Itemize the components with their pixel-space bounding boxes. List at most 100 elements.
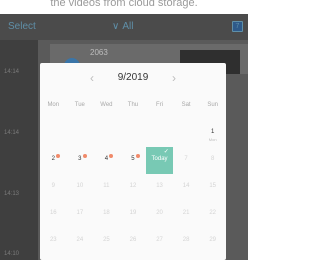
video-count: 2063 (90, 48, 108, 57)
filter-label: All (122, 21, 134, 32)
calendar-day[interactable]: 13 (146, 174, 173, 201)
day-number (40, 120, 67, 129)
day-number: 24 (76, 237, 84, 243)
calendar-day (93, 120, 120, 147)
chevron-down-icon: ∨ (112, 21, 120, 32)
calendar-day[interactable]: 12 (120, 174, 147, 201)
day-number: 21 (182, 210, 190, 216)
calendar-day[interactable]: 29 (199, 228, 226, 255)
day-number (93, 120, 120, 129)
day-number: 22 (209, 210, 216, 216)
calendar-day[interactable]: 19 (120, 201, 147, 228)
recording-dot-icon (82, 154, 87, 158)
calendar-day[interactable]: 28 (173, 228, 200, 255)
month-label: 9/2019 (117, 72, 149, 83)
calendar-week: 1 Mon (40, 120, 226, 147)
calendar-day-today[interactable]: Today ✓ (146, 147, 173, 174)
calendar-day[interactable]: 21 (173, 201, 200, 228)
weekday-label: Mon (47, 102, 60, 108)
time-label: 14:10 (4, 251, 20, 257)
day-number: 14 (182, 183, 190, 189)
calendar-grid: 1 Mon 2 3 4 5 Today ✓ 7 8 9 10 11 12 13 14 15 16 17 18 19 20 2… (40, 120, 226, 255)
calendar-day[interactable]: 17 (67, 201, 94, 228)
recording-dot-icon (135, 154, 140, 158)
calendar-day[interactable]: 27 (146, 228, 173, 255)
calendar-day[interactable]: 22 (199, 201, 226, 228)
calendar-day[interactable]: 4 (93, 147, 120, 174)
calendar-day[interactable]: 18 (93, 201, 120, 228)
calendar-day[interactable]: 16 (40, 201, 67, 228)
calendar-day[interactable]: 23 (40, 228, 67, 255)
weekday-label: Thu (127, 102, 139, 108)
time-label: 14:14 (4, 69, 20, 75)
calendar-day (67, 120, 94, 147)
calendar-week: 16 17 18 19 20 21 22 (40, 201, 226, 228)
calendar-day[interactable]: 3 (67, 147, 94, 174)
app-header: Select ∨ All 7 (0, 14, 248, 40)
time-label: 14:13 (4, 191, 20, 197)
calendar-icon[interactable]: 7 (232, 21, 243, 32)
day-number: 13 (156, 183, 163, 189)
day-number: 18 (103, 210, 110, 216)
day-number: 16 (49, 210, 57, 216)
time-label: 14:14 (4, 130, 20, 136)
calendar-week: 23 24 25 26 27 28 29 (40, 228, 226, 255)
calendar-day[interactable]: 2 (40, 147, 67, 174)
day-number: 7 (184, 156, 188, 162)
chevron-right-icon[interactable]: › (172, 71, 176, 85)
calendar-day (40, 120, 67, 147)
day-number: 29 (209, 237, 216, 243)
calendar-day (146, 120, 173, 147)
day-number: 12 (129, 183, 137, 189)
calendar-day[interactable]: 14 (173, 174, 200, 201)
calendar-modal: ‹ 9/2019 › Mon Tue Wed Thu Fri Sat Sun 1 Mon 2 3 4… (40, 63, 226, 260)
day-number: 5 (131, 156, 135, 162)
select-button[interactable]: Select (8, 21, 36, 32)
day-number: 3 (78, 156, 82, 162)
day-number: 11 (103, 183, 110, 189)
day-number: 9 (51, 183, 55, 189)
calendar-day[interactable]: 25 (93, 228, 120, 255)
calendar-week: 9 10 11 12 13 14 15 (40, 174, 226, 201)
day-number (173, 120, 200, 129)
day-number: 15 (209, 183, 216, 189)
calendar-day[interactable]: 10 (67, 174, 94, 201)
day-number: 20 (156, 210, 163, 216)
day-number: 1 (210, 129, 215, 135)
weekday-label: Sun (207, 102, 218, 108)
calendar-week: 2 3 4 5 Today ✓ 7 8 (40, 147, 226, 174)
day-number: 26 (129, 237, 137, 243)
weekday-label: Sat (181, 102, 191, 108)
calendar-day[interactable]: 20 (146, 201, 173, 228)
weekday-header: Mon Tue Wed Thu Fri Sat Sun (40, 102, 226, 108)
calendar-day[interactable]: 1 Mon (199, 120, 226, 147)
calendar-day[interactable]: 15 (199, 174, 226, 201)
filter-dropdown[interactable]: ∨ All (112, 21, 133, 32)
day-number: 23 (49, 237, 57, 243)
day-number: 4 (104, 156, 109, 162)
top-caption: the videos from cloud storage. (0, 0, 248, 14)
calendar-day (173, 120, 200, 147)
day-number: 2 (51, 156, 55, 162)
day-number: 27 (156, 237, 163, 243)
calendar-day[interactable]: 5 (120, 147, 147, 174)
calendar-day[interactable]: 9 (40, 174, 67, 201)
month-navigation: ‹ 9/2019 › (40, 71, 226, 85)
day-number (120, 120, 147, 129)
day-number (67, 120, 94, 129)
calendar-day[interactable]: 26 (120, 228, 147, 255)
calendar-day[interactable]: 11 (93, 174, 120, 201)
day-sublabel: Mon (208, 137, 217, 142)
day-number: 25 (103, 237, 110, 243)
calendar-day (120, 120, 147, 147)
calendar-day[interactable]: 7 (173, 147, 200, 174)
day-number: 8 (210, 156, 215, 162)
checkmark-icon: ✓ (163, 149, 169, 155)
calendar-day[interactable]: 8 (199, 147, 226, 174)
day-number: 19 (129, 210, 137, 216)
calendar-day[interactable]: 24 (67, 228, 94, 255)
day-number: 28 (182, 237, 190, 243)
recording-dot-icon (56, 154, 60, 158)
day-number: Today (151, 156, 168, 162)
weekday-label: Tue (74, 102, 85, 108)
